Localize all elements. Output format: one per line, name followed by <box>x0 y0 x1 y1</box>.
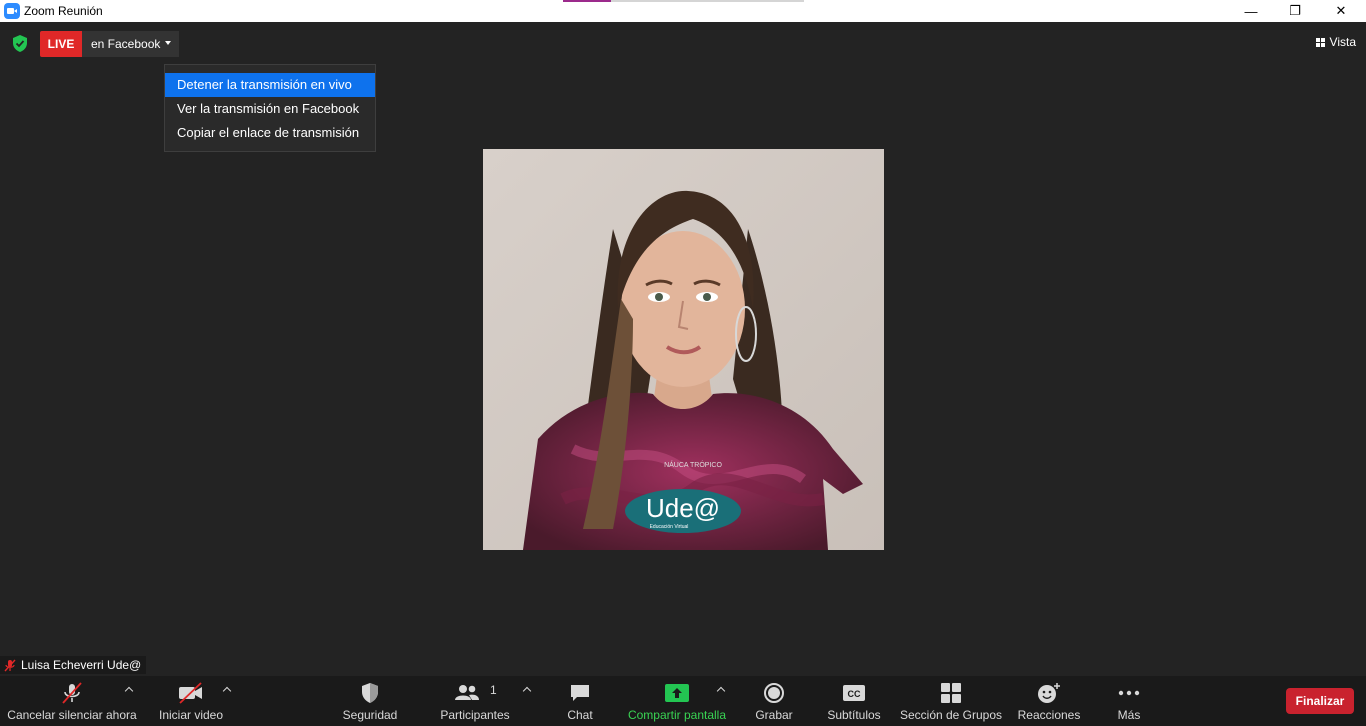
live-target-label: en Facebook <box>91 37 161 51</box>
reactions-label: Reacciones <box>1017 708 1081 722</box>
reactions-button[interactable]: Reacciones <box>1014 676 1084 726</box>
closed-caption-icon: CC <box>843 685 865 701</box>
video-off-icon <box>179 682 202 704</box>
muted-mic-icon <box>4 659 16 671</box>
start-video-label: Iniciar video <box>158 708 224 722</box>
share-screen-icon <box>665 684 689 702</box>
encryption-shield-icon[interactable] <box>12 35 28 52</box>
participants-button[interactable]: 1 Participantes <box>436 676 514 726</box>
title-accent-bar-gray <box>611 0 804 2</box>
breakout-rooms-label: Sección de Grupos <box>899 708 1003 722</box>
unmute-label: Cancelar silenciar ahora <box>7 708 137 722</box>
participants-icon <box>455 685 480 700</box>
participants-label: Participantes <box>440 708 510 722</box>
more-button[interactable]: Más <box>1106 676 1152 726</box>
menu-item-copy-stream-link[interactable]: Copiar el enlace de transmisión <box>165 121 375 145</box>
chat-icon <box>571 685 589 701</box>
zoom-app-icon <box>4 3 20 19</box>
participants-count: 1 <box>490 683 497 697</box>
caret-down-icon <box>165 41 171 45</box>
share-screen-label: Compartir pantalla <box>627 708 727 722</box>
reactions-smiley-icon <box>1038 683 1060 703</box>
participant-video-tile[interactable]: NÁUCA TRÓPICO Ude@ Educación Virtual <box>483 149 884 550</box>
muted-mic-icon <box>62 682 82 704</box>
close-window-button[interactable]: ✕ <box>1318 0 1364 22</box>
minimize-button[interactable]: — <box>1228 0 1274 22</box>
more-label: Más <box>1117 708 1141 722</box>
record-button[interactable]: Grabar <box>746 676 802 726</box>
view-label: Vista <box>1329 35 1356 49</box>
shirt-logo-subtext: Educación Virtual <box>650 524 689 530</box>
security-label: Seguridad <box>342 708 398 722</box>
video-options-caret-icon[interactable] <box>222 686 234 696</box>
security-button[interactable]: Seguridad <box>336 676 404 726</box>
security-shield-icon <box>362 683 378 703</box>
live-badge[interactable]: LIVE <box>40 31 82 57</box>
participants-options-caret-icon[interactable] <box>522 686 534 696</box>
start-video-button[interactable]: Iniciar video <box>152 676 230 726</box>
breakout-rooms-button[interactable]: Sección de Grupos <box>898 676 1004 726</box>
gallery-grid-icon <box>1315 37 1325 47</box>
record-label: Grabar <box>755 708 793 722</box>
chat-label: Chat <box>567 708 593 722</box>
more-dots-icon <box>1118 690 1140 696</box>
participant-name: Luisa Echeverri Ude@ <box>21 658 142 672</box>
restore-button[interactable]: ❐ <box>1272 0 1318 22</box>
title-accent-bar <box>563 0 611 2</box>
audio-options-caret-icon[interactable] <box>124 686 136 696</box>
record-icon <box>764 683 784 703</box>
participant-portrait-image: NÁUCA TRÓPICO Ude@ Educación Virtual <box>483 149 884 550</box>
end-meeting-button[interactable]: Finalizar <box>1286 688 1354 714</box>
participant-name-tag: Luisa Echeverri Ude@ <box>0 656 147 674</box>
live-stream-menu: Detener la transmisión en vivo Ver la tr… <box>164 64 376 152</box>
menu-item-view-on-facebook[interactable]: Ver la transmisión en Facebook <box>165 97 375 121</box>
share-options-caret-icon[interactable] <box>716 686 728 696</box>
subtitles-button[interactable]: CC Subtítulos <box>822 676 886 726</box>
share-screen-button[interactable]: Compartir pantalla <box>624 676 730 726</box>
chat-button[interactable]: Chat <box>556 676 604 726</box>
unmute-button[interactable]: Cancelar silenciar ahora <box>4 676 140 726</box>
window-title: Zoom Reunión <box>24 4 103 18</box>
window-titlebar: Zoom Reunión — ❐ ✕ <box>0 0 1366 22</box>
meeting-toolbar: Cancelar silenciar ahora Iniciar video S… <box>0 676 1366 726</box>
shirt-brand-text: NÁUCA TRÓPICO <box>664 460 722 469</box>
subtitles-label: Subtítulos <box>827 708 881 722</box>
cc-icon-text: CC <box>848 689 861 699</box>
breakout-rooms-icon <box>941 683 961 703</box>
menu-item-stop-stream[interactable]: Detener la transmisión en vivo <box>165 73 375 97</box>
live-target-dropdown[interactable]: en Facebook <box>82 31 179 57</box>
view-button[interactable]: Vista <box>1315 35 1356 49</box>
shirt-logo-text: Ude@ <box>646 493 720 523</box>
